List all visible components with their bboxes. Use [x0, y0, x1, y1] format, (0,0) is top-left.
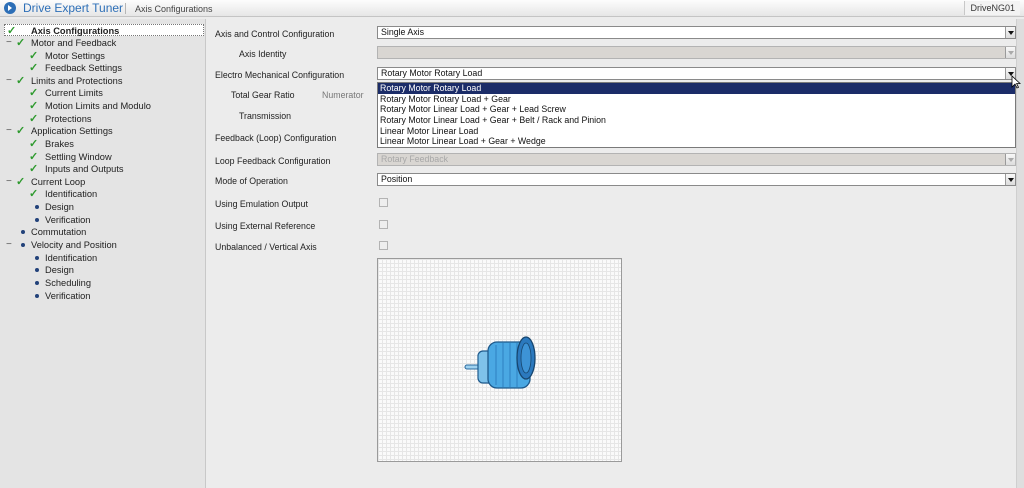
transmission-label: Transmission — [239, 111, 291, 121]
check-icon: ✓ — [16, 75, 26, 87]
collapse-icon[interactable]: − — [6, 176, 12, 188]
check-icon: ✓ — [29, 100, 39, 112]
chevron-down-icon[interactable] — [1005, 27, 1015, 38]
collapse-icon[interactable]: − — [6, 125, 12, 137]
emulation-output-label: Using Emulation Output — [215, 199, 308, 209]
check-icon: ✓ — [29, 151, 39, 163]
chevron-down-icon[interactable] — [1005, 174, 1015, 185]
mode-of-operation-select[interactable]: Position — [377, 173, 1016, 186]
motor-diagram — [377, 258, 622, 462]
axis-control-select[interactable]: Single Axis — [377, 26, 1016, 39]
chevron-down-icon — [1005, 154, 1015, 165]
electro-mechanical-label: Electro Mechanical Configuration — [215, 70, 345, 80]
loop-feedback-select: Rotary Feedback — [377, 153, 1016, 166]
pending-dot-icon — [35, 256, 39, 260]
pending-dot-icon — [35, 294, 39, 298]
check-icon: ✓ — [29, 163, 39, 175]
axis-control-label: Axis and Control Configuration — [215, 29, 335, 39]
check-icon: ✓ — [29, 188, 39, 200]
pending-dot-icon — [35, 268, 39, 272]
axis-identity-select — [377, 46, 1016, 59]
electro-mechanical-dropdown-list[interactable]: Rotary Motor Rotary Load Rotary Motor Ro… — [377, 82, 1016, 148]
loop-feedback-label: Loop Feedback Configuration — [215, 156, 331, 166]
vertical-scrollbar[interactable] — [1016, 19, 1024, 488]
dropdown-option[interactable]: Rotary Motor Rotary Load + Gear — [378, 94, 1015, 105]
collapse-icon[interactable]: − — [6, 75, 12, 87]
pending-dot-icon — [21, 230, 25, 234]
external-reference-label: Using External Reference — [215, 221, 316, 231]
check-icon: ✓ — [29, 138, 39, 150]
tree-item-axis-configurations[interactable]: ✓ Axis Configurations — [4, 24, 204, 37]
dropdown-option[interactable]: Rotary Motor Rotary Load — [378, 83, 1015, 94]
app-title: Drive Expert Tuner — [23, 1, 124, 15]
unbalanced-axis-checkbox[interactable] — [379, 241, 388, 250]
check-icon: ✓ — [29, 62, 39, 74]
header-divider — [125, 3, 126, 14]
unbalanced-axis-label: Unbalanced / Vertical Axis — [215, 242, 317, 252]
check-icon: ✓ — [29, 113, 39, 125]
dropdown-option[interactable]: Rotary Motor Linear Load + Gear + Belt /… — [378, 115, 1015, 126]
pending-dot-icon — [35, 218, 39, 222]
check-icon: ✓ — [16, 125, 26, 137]
check-icon: ✓ — [29, 50, 39, 62]
pending-dot-icon — [35, 281, 39, 285]
mouse-cursor-icon — [1011, 75, 1021, 89]
collapse-icon[interactable]: − — [6, 37, 12, 49]
feedback-loop-label: Feedback (Loop) Configuration — [215, 133, 337, 143]
dropdown-option[interactable]: Linear Motor Linear Load + Gear + Wedge — [378, 136, 1015, 147]
mode-of-operation-label: Mode of Operation — [215, 176, 288, 186]
chevron-down-icon — [1005, 47, 1015, 58]
pending-dot-icon — [35, 205, 39, 209]
dropdown-option[interactable]: Linear Motor Linear Load — [378, 126, 1015, 137]
dropdown-option[interactable]: Rotary Motor Linear Load + Gear + Lead S… — [378, 104, 1015, 115]
navigation-tree: ✓ Axis Configurations − ✓ Motor and Feed… — [0, 19, 206, 488]
check-icon: ✓ — [16, 37, 26, 49]
app-play-icon[interactable] — [4, 2, 16, 14]
external-reference-checkbox[interactable] — [379, 220, 388, 229]
pending-dot-icon — [21, 243, 25, 247]
numerator-label: Numerator — [322, 90, 364, 100]
collapse-icon[interactable]: − — [6, 239, 12, 251]
check-icon: ✓ — [29, 87, 39, 99]
check-icon: ✓ — [7, 25, 17, 37]
rotary-motor-icon — [464, 336, 536, 389]
title-bar: Drive Expert Tuner Axis Configurations D… — [0, 0, 1024, 17]
breadcrumb: Axis Configurations — [135, 4, 213, 14]
electro-mechanical-select[interactable]: Rotary Motor Rotary Load — [377, 67, 1016, 80]
emulation-output-checkbox[interactable] — [379, 198, 388, 207]
check-icon: ✓ — [16, 176, 26, 188]
total-gear-ratio-label: Total Gear Ratio — [231, 90, 295, 100]
drive-name-tab[interactable]: DriveNG01 — [964, 1, 1020, 15]
axis-identity-label: Axis Identity — [239, 49, 287, 59]
